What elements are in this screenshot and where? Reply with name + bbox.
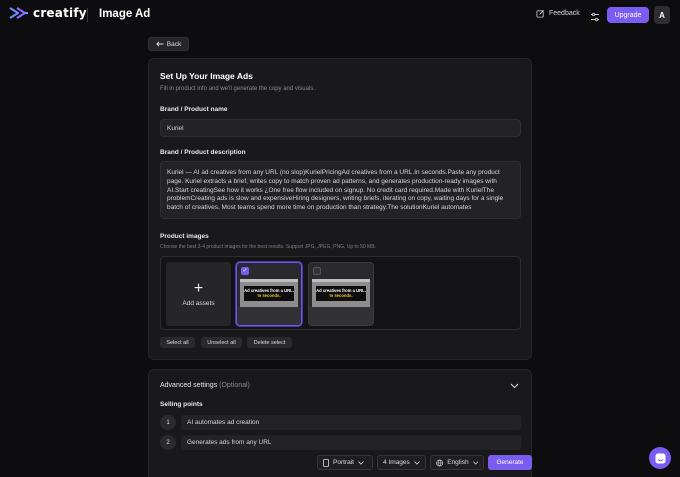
setup-title: Set Up Your Image Ads xyxy=(160,71,253,81)
selling-point-input[interactable]: AI automates ad creation xyxy=(181,415,521,430)
feedback-button[interactable]: Feedback xyxy=(536,9,580,18)
chevron-down-icon xyxy=(472,460,478,465)
selling-points-label: Selling points xyxy=(160,401,203,408)
selling-point-number: 2 xyxy=(160,435,176,450)
thumbnail-image: Ad creatives from a URL. In seconds. xyxy=(312,279,370,307)
advanced-settings-toggle[interactable]: Advanced settings (Optional) xyxy=(160,382,250,389)
checkbox-checked-icon[interactable]: ✓ xyxy=(241,267,249,275)
portrait-icon xyxy=(323,458,329,467)
page-title: Image Ad xyxy=(99,8,151,20)
assets-area: + Add assets ✓ Ad creatives from a URL. … xyxy=(160,256,521,330)
edit-icon xyxy=(536,10,544,18)
checkbox-icon[interactable] xyxy=(313,267,321,275)
chevron-down-icon xyxy=(413,460,420,465)
asset-thumbnail[interactable]: ✓ Ad creatives from a URL. In seconds. xyxy=(236,262,302,326)
orientation-select[interactable]: Portrait xyxy=(317,455,373,470)
image-count-value: 4 Images xyxy=(383,459,410,466)
select-all-button[interactable]: Select all xyxy=(160,337,195,348)
upgrade-button[interactable]: Upgrade xyxy=(607,7,649,23)
delete-select-button[interactable]: Delete select xyxy=(247,337,292,348)
unselect-all-button[interactable]: Unselect all xyxy=(201,337,242,348)
top-bar: creatify Image Ad Feedback Upgrade A xyxy=(0,0,680,30)
description-textarea[interactable]: Kuriel — AI ad creatives from any URL (n… xyxy=(160,161,521,219)
header-divider xyxy=(87,8,88,22)
selling-point-row: 1 AI automates ad creation xyxy=(160,415,521,430)
add-assets-label: Add assets xyxy=(182,299,215,307)
description-label: Brand / Product description xyxy=(160,149,246,156)
logo-text: creatify xyxy=(33,6,87,20)
brand-name-input[interactable]: Kuriel xyxy=(160,119,521,137)
language-value: English xyxy=(447,459,469,466)
setup-subtitle: Fill in product info and we'll generate … xyxy=(160,86,315,92)
thumbnail-subheadline: In seconds. xyxy=(329,293,353,298)
chat-support-icon[interactable] xyxy=(649,447,671,469)
thumbnail-image: Ad creatives from a URL. In seconds. xyxy=(240,279,298,307)
selling-point-number: 1 xyxy=(160,415,176,430)
advanced-optional: (Optional) xyxy=(219,382,250,389)
selling-point-row: 2 Generates ads from any URL xyxy=(160,435,521,450)
logo[interactable]: creatify xyxy=(9,6,87,20)
back-button[interactable]: Back xyxy=(148,37,189,51)
image-count-select[interactable]: 4 Images xyxy=(377,455,426,470)
setup-card: Set Up Your Image Ads Fill in product in… xyxy=(148,58,532,360)
chevron-down-icon xyxy=(358,460,364,465)
selling-point-input[interactable]: Generates ads from any URL xyxy=(181,435,521,450)
preferences-icon[interactable] xyxy=(590,9,600,27)
advanced-title: Advanced settings xyxy=(160,382,218,389)
asset-thumbnail[interactable]: Ad creatives from a URL. In seconds. xyxy=(308,262,374,326)
globe-icon xyxy=(436,459,444,466)
chevron-down-icon[interactable] xyxy=(510,382,519,389)
back-label: Back xyxy=(166,40,182,48)
add-assets-button[interactable]: + Add assets xyxy=(166,262,231,326)
images-hint: Choose the best 3-4 product images for t… xyxy=(160,244,376,250)
avatar[interactable]: A xyxy=(654,6,670,24)
arrow-left-icon xyxy=(155,41,164,47)
thumbnail-subheadline: In seconds. xyxy=(257,293,281,298)
images-label: Product images xyxy=(160,233,209,240)
plus-icon: + xyxy=(193,279,204,297)
orientation-value: Portrait xyxy=(333,459,354,466)
language-select[interactable]: English xyxy=(430,455,484,470)
feedback-label: Feedback xyxy=(549,10,580,17)
creatify-logo-icon xyxy=(9,7,28,19)
brand-label: Brand / Product name xyxy=(160,106,228,113)
generate-button[interactable]: Generate xyxy=(488,455,532,470)
